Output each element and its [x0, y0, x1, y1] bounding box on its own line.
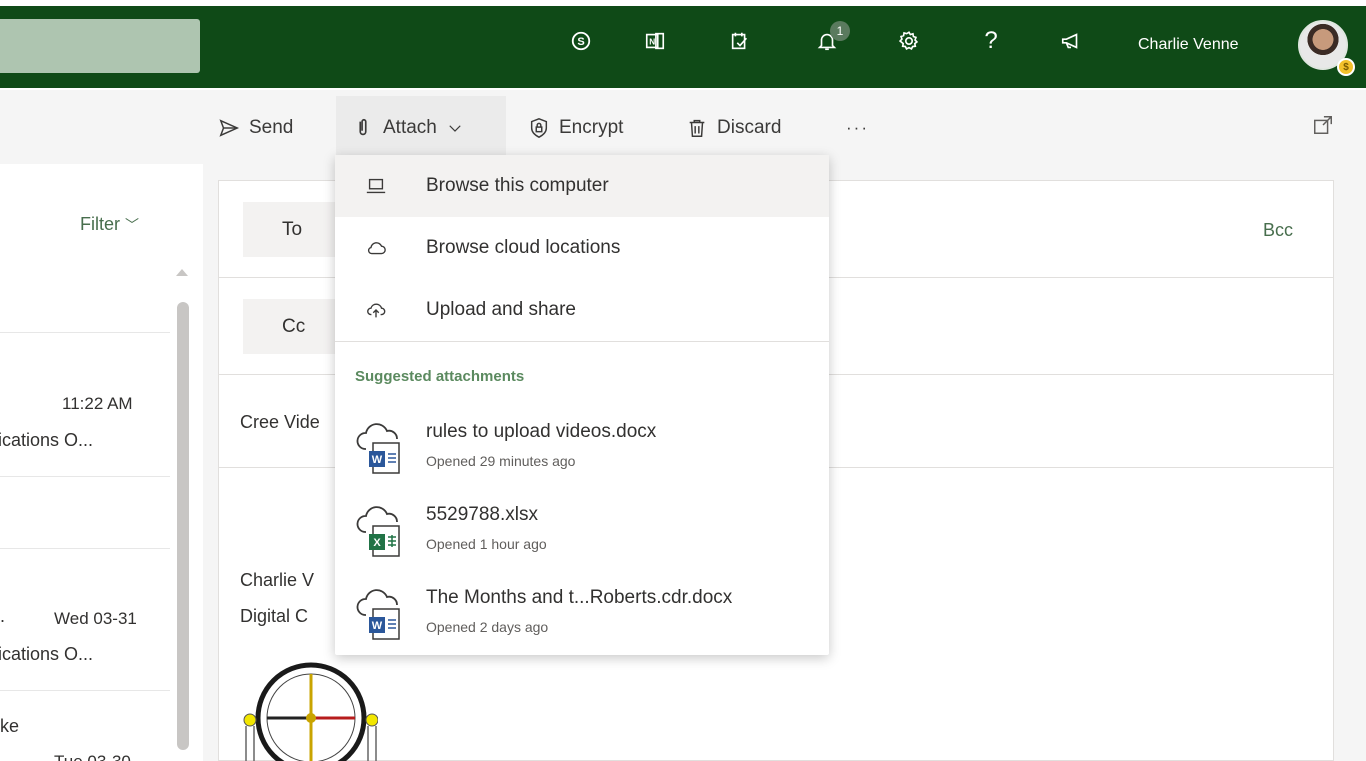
divider: [0, 690, 170, 691]
header: S N 1 ? Charlie Venne $: [0, 0, 1366, 90]
file-name: The Months and t...Roberts.cdr.docx: [426, 587, 733, 608]
file-name: 5529788.xlsx: [426, 504, 538, 525]
divider: [0, 332, 170, 333]
svg-text:S: S: [577, 36, 584, 48]
menu-item-browse-cloud[interactable]: Browse cloud locations: [335, 217, 829, 279]
message-time: Wed 03-31: [54, 609, 137, 628]
suggested-file-item[interactable]: X 5529788.xlsx Opened 1 hour ago: [335, 496, 829, 578]
svg-text:W: W: [372, 620, 383, 632]
attach-dropdown-menu: Browse this computer Browse cloud locati…: [335, 155, 829, 655]
file-opened-time: Opened 2 days ago: [426, 619, 549, 635]
svg-text:W: W: [372, 454, 383, 466]
megaphone-icon[interactable]: [1058, 28, 1084, 54]
search-box[interactable]: [0, 19, 200, 73]
help-icon[interactable]: ?: [978, 27, 1004, 54]
cloud-icon: [367, 242, 386, 255]
presence-badge: $: [1337, 58, 1355, 76]
encrypt-button[interactable]: Encrypt: [528, 116, 623, 140]
more-options-button[interactable]: ···: [846, 116, 869, 140]
notification-badge: 1: [830, 21, 850, 41]
send-button[interactable]: Send: [218, 116, 293, 140]
outlook-window: S N 1 ? Charlie Venne $ Send Attach Encr…: [0, 0, 1366, 761]
suggested-file-item[interactable]: W The Months and t...Roberts.cdr.docx Op…: [335, 579, 829, 661]
divider: [0, 476, 170, 477]
divider: [0, 548, 170, 549]
encrypt-label: Encrypt: [559, 117, 624, 138]
subject-field[interactable]: Cree Vide: [240, 412, 320, 433]
chevron-down-icon: [449, 125, 461, 132]
message-sender-fragment: .: [0, 606, 6, 626]
attach-button[interactable]: Attach: [352, 116, 464, 140]
menu-item-browse-computer[interactable]: Browse this computer: [335, 155, 829, 217]
paperclip-icon: [359, 118, 367, 136]
bcc-button[interactable]: Bcc: [1263, 220, 1293, 241]
message-preview: ications O...: [0, 644, 94, 664]
menu-item-label: Browse this computer: [426, 175, 609, 196]
shield-lock-icon: [530, 118, 548, 138]
signature-name: Charlie V: [240, 570, 315, 590]
message-sender-fragment: ke: [0, 716, 20, 736]
message-preview: ications O...: [0, 430, 94, 450]
file-name: rules to upload videos.docx: [426, 421, 657, 442]
discard-button[interactable]: Discard: [686, 116, 781, 140]
menu-item-label: Upload and share: [426, 299, 576, 320]
suggested-attachments-header: Suggested attachments: [355, 368, 525, 385]
scrollbar[interactable]: [177, 302, 189, 750]
svg-text:X: X: [373, 537, 381, 549]
suggested-file-item[interactable]: W rules to upload videos.docx Opened 29 …: [335, 413, 829, 495]
gear-icon[interactable]: [896, 28, 922, 54]
filter-button[interactable]: Filter ﹀: [80, 214, 139, 235]
discard-label: Discard: [717, 117, 782, 138]
menu-divider: [335, 341, 829, 342]
signature-title: Digital C: [240, 606, 309, 626]
user-name[interactable]: Charlie Venne: [1138, 36, 1239, 54]
cloud-upload-icon: [367, 303, 386, 318]
todo-icon[interactable]: [727, 28, 753, 54]
medicine-wheel-logo: [243, 662, 378, 761]
filter-label: Filter: [80, 214, 120, 234]
scroll-up-arrow[interactable]: [176, 269, 188, 276]
compose-toolbar: Send Attach Encrypt Discard ···: [0, 90, 1366, 164]
file-opened-time: Opened 29 minutes ago: [426, 453, 576, 469]
chevron-down-icon: ﹀: [125, 217, 140, 233]
svg-text:N: N: [649, 38, 655, 47]
send-label: Send: [249, 117, 294, 138]
attach-label: Attach: [383, 117, 437, 138]
message-time: Tue 03-30: [54, 752, 131, 761]
message-list-pane: Filter ﹀ 11:22 AM ications O... . Wed 03…: [0, 164, 203, 761]
popout-icon[interactable]: [1312, 114, 1336, 138]
menu-item-label: Browse cloud locations: [426, 237, 621, 258]
onenote-icon[interactable]: N: [642, 28, 668, 54]
file-opened-time: Opened 1 hour ago: [426, 536, 547, 552]
cloud-excel-file-icon: X: [356, 506, 400, 557]
menu-item-upload-share[interactable]: Upload and share: [335, 279, 829, 341]
cloud-word-file-icon: W: [356, 589, 400, 640]
send-icon: [219, 119, 240, 137]
cloud-word-file-icon: W: [356, 423, 400, 474]
skype-icon[interactable]: S: [568, 28, 594, 54]
message-time: 11:22 AM: [62, 394, 133, 413]
laptop-icon: [366, 178, 386, 194]
trash-icon: [689, 119, 705, 137]
